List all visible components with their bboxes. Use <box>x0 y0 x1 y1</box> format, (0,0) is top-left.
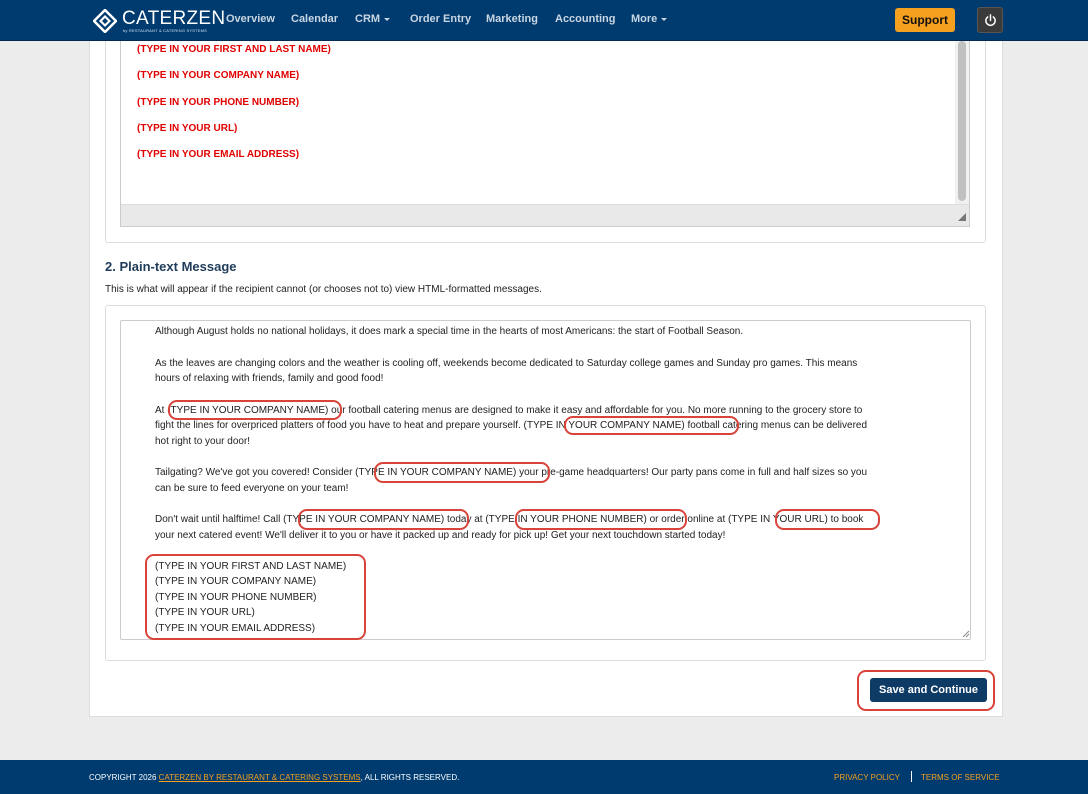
highlight-company-name <box>564 416 739 435</box>
company-link[interactable]: CATERZEN BY RESTAURANT & CATERING SYSTEM… <box>159 773 361 782</box>
html-line-email: (TYPE IN YOUR EMAIL ADDRESS) <box>137 149 300 160</box>
html-line-name: (TYPE IN YOUR FIRST AND LAST NAME) <box>137 44 331 55</box>
nav-marketing[interactable]: Marketing <box>486 13 538 25</box>
html-message-editor[interactable] <box>120 41 970 227</box>
html-line-url: (TYPE IN YOUR URL) <box>137 123 238 134</box>
privacy-policy-link[interactable]: PRIVACY POLICY <box>834 773 900 782</box>
nav-more-label: More <box>631 13 658 25</box>
nav-accounting[interactable]: Accounting <box>555 13 616 25</box>
footer-separator <box>911 771 912 782</box>
plain-text-line: can be sure to feed everyone on your tea… <box>155 483 349 494</box>
rights-text: , ALL RIGHTS RESERVED. <box>360 773 460 782</box>
nav-order-entry[interactable]: Order Entry <box>410 13 471 25</box>
power-icon <box>985 14 996 26</box>
footer-copyright: COPYRIGHT 2026 CATERZEN BY RESTAURANT & … <box>89 773 459 782</box>
nav-crm[interactable]: CRM <box>355 13 391 25</box>
nav-crm-label: CRM <box>355 13 381 25</box>
highlight-company-name <box>374 462 550 483</box>
plain-text-description: This is what will appear if the recipien… <box>105 284 542 295</box>
highlight-phone-number <box>515 509 687 530</box>
highlight-company-name <box>298 509 469 530</box>
nav-calendar[interactable]: Calendar <box>291 13 338 25</box>
resize-grip-icon[interactable] <box>958 213 966 221</box>
html-line-phone: (TYPE IN YOUR PHONE NUMBER) <box>137 97 300 108</box>
highlight-url <box>775 509 880 530</box>
nav-more[interactable]: More <box>631 13 668 25</box>
copyright-prefix: COPYRIGHT 2026 <box>89 773 159 782</box>
plain-text-title: 2. Plain-text Message <box>105 259 237 274</box>
highlight-company-name <box>168 400 342 420</box>
plain-text-line: Don't wait until halftime! Call (TYPE IN… <box>155 514 864 525</box>
plain-text-line: As the leaves are changing colors and th… <box>155 358 858 369</box>
logout-button[interactable] <box>977 7 1003 33</box>
save-and-continue-button[interactable]: Save and Continue <box>870 678 987 702</box>
support-button[interactable]: Support <box>895 8 955 32</box>
brand-name: CATERZEN <box>122 8 226 29</box>
plain-text-line: hours of relaxing with friends, family a… <box>155 373 384 384</box>
brand-tagline: by RESTAURANT & CATERING SYSTEMS <box>123 28 207 33</box>
html-line-company: (TYPE IN YOUR COMPANY NAME) <box>137 70 300 81</box>
highlight-signature <box>145 554 366 640</box>
editor-scrollbar-thumb[interactable] <box>958 41 966 201</box>
plain-text-line: hot right to your door! <box>155 436 251 447</box>
plain-text-line: Although August holds no national holida… <box>155 326 744 337</box>
editor-status-bar <box>121 204 969 226</box>
plain-text-line: fight the lines for overpriced platters … <box>155 420 868 431</box>
terms-of-service-link[interactable]: TERMS OF SERVICE <box>921 773 1000 782</box>
nav-overview[interactable]: Overview <box>226 13 275 25</box>
resize-grip-icon[interactable] <box>962 630 970 638</box>
caterzen-logo-icon <box>93 9 117 33</box>
caret-down-icon <box>661 17 668 21</box>
caterzen-logo[interactable]: CATERZEN by RESTAURANT & CATERING SYSTEM… <box>93 7 225 35</box>
caret-down-icon <box>384 17 391 21</box>
plain-text-line: your next catered event! We'll deliver i… <box>155 530 726 541</box>
